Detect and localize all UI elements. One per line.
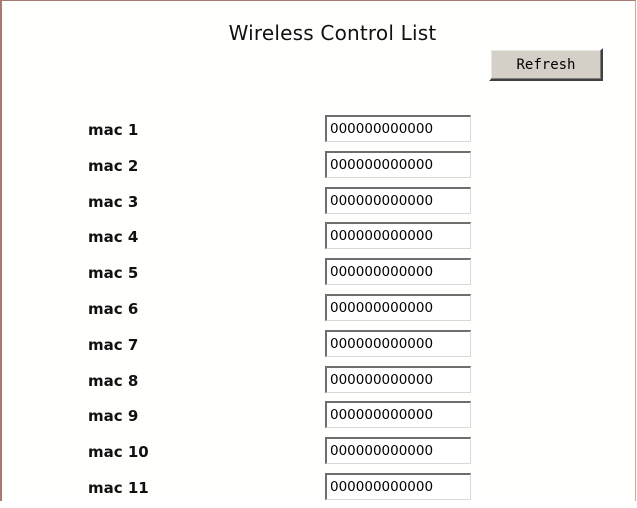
mac-row-5: mac 5 [2,257,637,293]
mac-row-11: mac 11 [2,472,637,508]
mac-label-3: mac 3 [88,192,139,211]
mac-input-10[interactable] [325,437,471,465]
mac-row-2: mac 2 [2,150,637,186]
mac-input-1[interactable] [325,115,471,142]
mac-label-8: mac 8 [88,371,139,390]
mac-input-3[interactable] [325,186,471,214]
mac-input-6[interactable] [325,293,471,321]
mac-row-8: mac 8 [2,365,637,401]
mac-label-1: mac 1 [88,121,139,139]
mac-label-10: mac 10 [88,443,149,462]
mac-list: mac 1 mac 2 mac 3 mac 4 mac 5 mac 6 mac … [2,114,637,508]
mac-label-4: mac 4 [88,228,139,247]
mac-label-5: mac 5 [88,264,139,283]
mac-row-6: mac 6 [2,293,637,329]
page-frame: Wireless Control List Refresh mac 1 mac … [0,0,636,501]
mac-input-8[interactable] [325,365,471,393]
mac-input-5[interactable] [325,258,471,286]
mac-row-9: mac 9 [2,400,637,436]
mac-row-1: mac 1 [2,114,637,150]
mac-row-7: mac 7 [2,329,637,365]
mac-label-2: mac 2 [88,156,139,175]
page-title: Wireless Control List [228,21,437,45]
refresh-button[interactable]: Refresh [489,48,603,81]
mac-label-7: mac 7 [88,335,139,354]
mac-input-9[interactable] [325,401,471,429]
mac-input-11[interactable] [325,472,471,500]
mac-input-4[interactable] [325,222,471,250]
mac-input-2[interactable] [325,150,471,178]
mac-row-4: mac 4 [2,221,637,257]
mac-row-3: mac 3 [2,186,637,222]
mac-label-9: mac 9 [88,407,139,426]
mac-label-6: mac 6 [88,299,139,318]
mac-row-10: mac 10 [2,436,637,472]
mac-label-11: mac 11 [88,478,149,497]
mac-input-7[interactable] [325,329,471,357]
